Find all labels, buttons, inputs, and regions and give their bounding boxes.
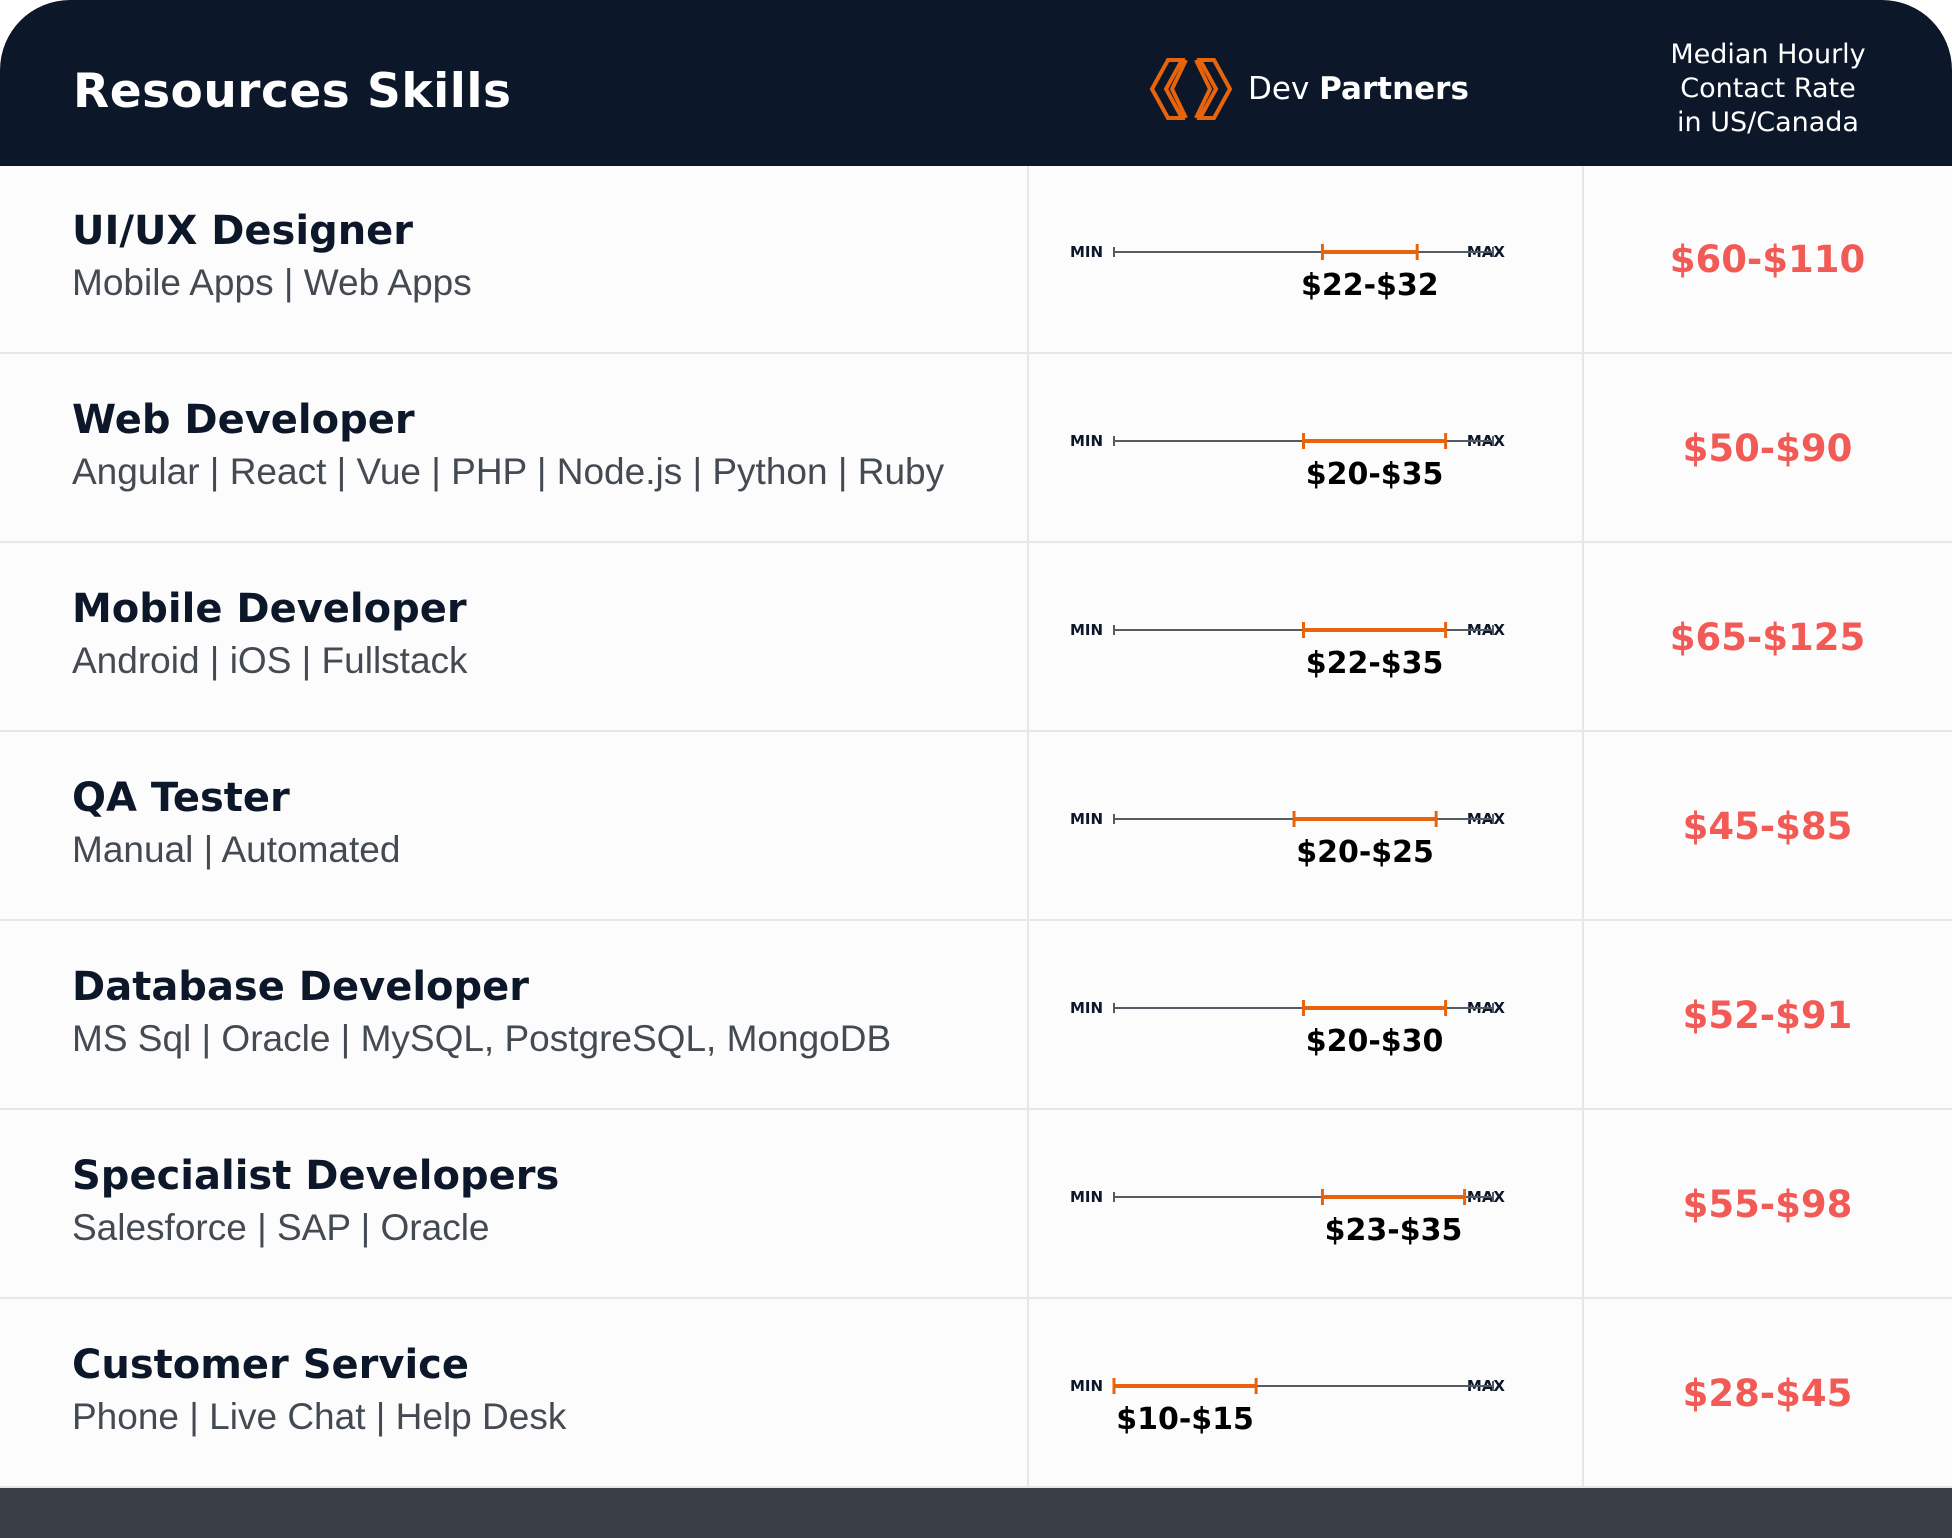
role-title: UI/UX Designer xyxy=(72,208,414,254)
table-row: Customer Service Phone | Live Chat | Help… xyxy=(0,1300,1952,1488)
rate-range-label: $20-$25 xyxy=(1296,835,1434,870)
role-title: Database Developer xyxy=(72,964,530,1010)
role-title: Mobile Developer xyxy=(72,586,467,632)
table-row: Specialist Developers Salesforce | SAP | … xyxy=(0,1111,1952,1299)
table-row: UI/UX Designer Mobile Apps | Web Apps MIN M… xyxy=(0,166,1952,354)
us-canada-rate: $28-$45 xyxy=(1682,1372,1853,1415)
median-line-1: Median Hourly xyxy=(1670,39,1866,70)
role-skills: Mobile Apps | Web Apps xyxy=(72,262,472,303)
rate-range-chart: MIN MAX$20-$25 xyxy=(1070,810,1505,870)
us-canada-rate: $55-$98 xyxy=(1682,1183,1853,1226)
rate-range-chart: MIN MAX$23-$35 xyxy=(1070,1188,1505,1248)
rate-range-label: $23-$35 xyxy=(1325,1213,1463,1248)
rate-range-label: $22-$32 xyxy=(1301,268,1439,303)
rate-range-chart: MIN MAX$20-$35 xyxy=(1070,432,1505,492)
median-line-2: Contact Rate xyxy=(1680,73,1856,104)
row-divider xyxy=(0,730,1952,732)
role-skills: Salesforce | SAP | Oracle xyxy=(72,1207,490,1248)
logo-text-bold: Partners xyxy=(1319,71,1469,107)
rate-range-chart: MIN MAX$10-$15 xyxy=(1070,1377,1505,1437)
us-canada-rate: $50-$90 xyxy=(1682,427,1853,470)
scale-min-label: MIN xyxy=(1070,621,1103,639)
us-canada-rate: $60-$110 xyxy=(1669,238,1866,281)
us-canada-rate: $65-$125 xyxy=(1669,616,1866,659)
role-skills: Manual | Automated xyxy=(72,829,401,870)
table-row: Web Developer Angular | React | Vue | PHP… xyxy=(0,355,1952,543)
role-skills: Android | iOS | Fullstack xyxy=(72,640,468,681)
role-title: Specialist Developers xyxy=(72,1153,560,1199)
role-skills: MS Sql | Oracle | MySQL, PostgreSQL, Mon… xyxy=(72,1018,892,1059)
row-divider xyxy=(0,1297,1952,1299)
column-divider-2 xyxy=(1582,166,1584,1488)
dev-partners-logo: Dev Partners xyxy=(1146,56,1469,122)
scale-min-label: MIN xyxy=(1070,1188,1103,1206)
dev-partners-logo-icon xyxy=(1149,58,1233,120)
rate-range-label: $20-$35 xyxy=(1306,457,1444,492)
scale-min-label: MIN xyxy=(1070,432,1103,450)
scale-min-label: MIN xyxy=(1070,243,1103,261)
footer-bar xyxy=(0,1488,1952,1538)
median-rate-column-header: Median Hourly Contact Rate in US/Canada xyxy=(1620,38,1916,140)
scale-min-label: MIN xyxy=(1070,999,1103,1017)
scale-min-label: MIN xyxy=(1070,810,1103,828)
us-canada-rate: $52-$91 xyxy=(1682,994,1853,1037)
us-canada-rate: $45-$85 xyxy=(1682,805,1853,848)
row-divider xyxy=(0,352,1952,354)
scale-min-label: MIN xyxy=(1070,1377,1103,1395)
rate-range-chart: MIN MAX$22-$35 xyxy=(1070,621,1505,681)
logo-wordmark: Dev Partners xyxy=(1248,71,1469,107)
logo-text-light: Dev xyxy=(1248,71,1310,107)
rate-range-label: $20-$30 xyxy=(1306,1024,1444,1059)
rates-card: Resources Skills Dev Partners Median Hou… xyxy=(0,0,1952,1538)
role-skills: Angular | React | Vue | PHP | Node.js | … xyxy=(72,451,945,492)
role-title: QA Tester xyxy=(72,775,290,821)
column-divider-1 xyxy=(1027,166,1029,1488)
row-divider xyxy=(0,1108,1952,1110)
rate-range-chart: MIN MAX$20-$30 xyxy=(1070,999,1505,1059)
table-row: Database Developer MS Sql | Oracle | MySQ… xyxy=(0,922,1952,1110)
table-row: Mobile Developer Android | iOS | Fullstac… xyxy=(0,544,1952,732)
rate-range-label: $22-$35 xyxy=(1306,646,1444,681)
table-row: QA Tester Manual | Automated MIN MAX $20-$25… xyxy=(0,733,1952,921)
row-divider xyxy=(0,919,1952,921)
role-title: Customer Service xyxy=(72,1342,469,1388)
header-title: Resources Skills xyxy=(73,64,512,119)
rate-range-chart: MIN MAX$22-$32 xyxy=(1070,243,1505,303)
median-line-3: in US/Canada xyxy=(1677,107,1859,138)
table-header: Resources Skills Dev Partners Median Hou… xyxy=(0,0,1952,166)
rate-range-label: $10-$15 xyxy=(1116,1402,1254,1437)
row-divider xyxy=(0,541,1952,543)
role-skills: Phone | Live Chat | Help Desk xyxy=(72,1396,567,1437)
role-title: Web Developer xyxy=(72,397,415,443)
